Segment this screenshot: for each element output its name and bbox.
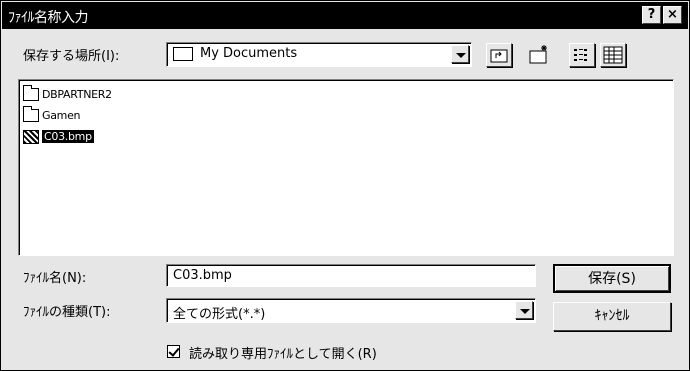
filename-label: ﾌｧｲﾙ名(N): [23, 271, 87, 286]
filetype-dropdown[interactable]: 全ての形式(*.*) [166, 298, 536, 323]
filename-input[interactable]: C03.bmp [166, 264, 536, 287]
list-item[interactable]: DBPARTNER2 [23, 85, 112, 103]
save-button[interactable]: 保存(S) [553, 264, 671, 293]
location-dropdown[interactable]: My Documents [166, 42, 472, 67]
file-name: DBPARTNER2 [42, 88, 112, 101]
bitmap-file-icon [23, 129, 39, 144]
chevron-down-icon[interactable] [451, 45, 469, 63]
folder-icon [23, 106, 39, 122]
readonly-label[interactable]: 読み取り専用ﾌｧｲﾙとして開く(R) [189, 343, 377, 362]
filetype-value: 全ての形式(*.*) [173, 307, 266, 322]
dialog-title: ﾌｧｲﾙ名称入力 [8, 10, 89, 26]
folder-icon [23, 85, 39, 101]
list-item[interactable]: C03.bmp [23, 128, 94, 145]
location-value: My Documents [200, 46, 298, 61]
details-view-button[interactable] [600, 43, 626, 67]
location-label: 保存する場所(I): [23, 49, 120, 64]
list-view-icon [574, 49, 587, 61]
up-folder-button[interactable] [486, 43, 512, 67]
new-folder-button[interactable] [526, 43, 552, 67]
details-view-icon [603, 46, 623, 64]
readonly-checkbox[interactable] [167, 345, 180, 358]
new-folder-icon [529, 45, 547, 64]
chevron-down-icon[interactable] [515, 301, 533, 319]
folder-icon [173, 47, 193, 61]
cancel-button[interactable]: ｷｬﾝｾﾙ [553, 302, 671, 331]
filetype-label: ﾌｧｲﾙの種類(T): [23, 305, 111, 320]
list-view-button[interactable] [569, 43, 595, 67]
up-folder-icon [490, 49, 508, 63]
file-dialog: ﾌｧｲﾙ名称入力 ? × 保存する場所(I): My Documents DBP… [0, 0, 690, 371]
file-name: Gamen [42, 109, 81, 122]
file-list[interactable]: DBPARTNER2 Gamen C03.bmp [18, 79, 674, 256]
file-name: C03.bmp [42, 130, 94, 143]
filename-value: C03.bmp [173, 268, 232, 283]
close-button[interactable]: × [663, 6, 682, 24]
list-item[interactable]: Gamen [23, 106, 81, 124]
title-bar: ﾌｧｲﾙ名称入力 ? × [2, 2, 688, 29]
help-button[interactable]: ? [642, 6, 661, 24]
